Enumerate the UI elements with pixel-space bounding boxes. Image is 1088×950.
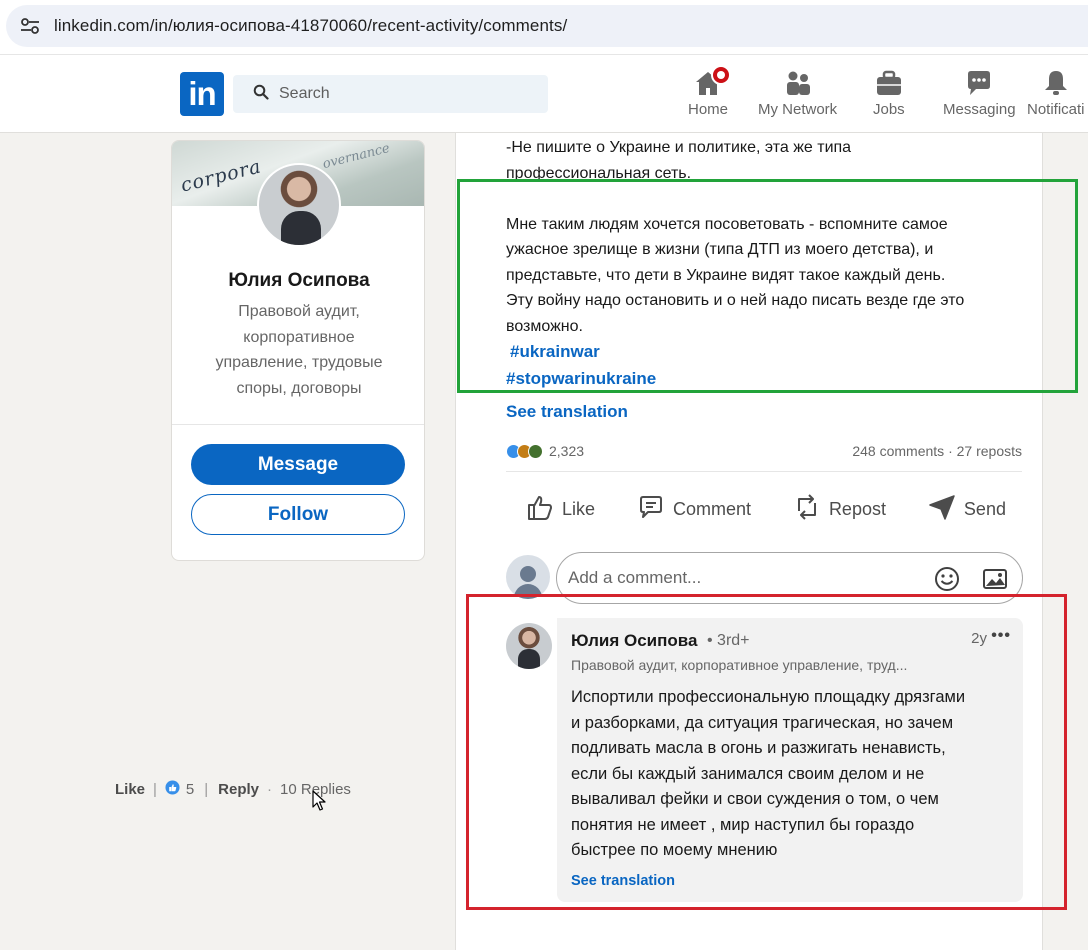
highlight-frame-green <box>457 179 1078 393</box>
linkedin-logo[interactable]: in <box>180 72 224 116</box>
browser-toolbar: linkedin.com/in/юлия-осипова-41870060/re… <box>0 0 1088 55</box>
chat-icon <box>964 67 994 97</box>
url-text[interactable]: linkedin.com/in/юлия-осипова-41870060/re… <box>54 16 567 36</box>
send-button[interactable]: Send <box>928 493 1006 526</box>
home-icon <box>693 65 731 97</box>
repost-button[interactable]: Repost <box>793 493 886 526</box>
like-button[interactable]: Like <box>526 493 595 526</box>
notification-badge <box>711 65 731 85</box>
emoji-icon[interactable] <box>934 566 960 597</box>
thumbs-up-icon <box>526 493 562 526</box>
send-label: Send <box>963 498 1006 519</box>
network-icon <box>783 67 813 97</box>
profile-card: corpora overnance Юлия Осипова Правовой … <box>171 140 425 561</box>
nav-notifications[interactable]: Notificati <box>1027 67 1085 127</box>
comments-reposts-count[interactable]: 248 comments · 27 reposts <box>852 443 1022 459</box>
social-counts: 2,323 248 comments · 27 reposts <box>506 438 1022 464</box>
profile-avatar[interactable] <box>257 163 341 247</box>
repost-label: Repost <box>828 498 886 519</box>
nav-jobs[interactable]: Jobs <box>873 67 905 127</box>
comment-like-count[interactable]: 5 <box>186 781 194 798</box>
linkedin-header: in Home My Network Jobs Messaging <box>0 55 1088 133</box>
nav-messaging[interactable]: Messaging <box>943 67 1016 127</box>
profile-headline: Правовой аудит, корпоративное управление… <box>215 303 383 397</box>
search-icon <box>253 84 269 105</box>
bell-icon <box>1041 67 1071 97</box>
nav-messaging-label: Messaging <box>943 101 1016 118</box>
image-icon[interactable] <box>982 566 1008 597</box>
reply-button[interactable]: Reply <box>218 781 259 798</box>
nav-my-network[interactable]: My Network <box>758 67 837 127</box>
search-box[interactable] <box>233 75 548 113</box>
nav-home-label: Home <box>688 101 729 118</box>
comment-icon <box>637 493 673 526</box>
divider <box>172 424 424 425</box>
celebrate-reaction-icon <box>528 443 543 459</box>
like-reaction-icon[interactable] <box>165 780 180 799</box>
nav-notifications-label: Notificati <box>1027 101 1085 118</box>
see-translation-link[interactable]: See translation <box>506 402 628 422</box>
comment-label: Comment <box>672 498 751 519</box>
nav-jobs-label: Jobs <box>873 101 905 118</box>
reaction-icons[interactable] <box>506 443 543 459</box>
viewer-avatar <box>506 555 550 599</box>
tune-icon[interactable] <box>20 18 40 34</box>
post-actions: Like Comment Repost Send <box>506 489 1026 529</box>
comment-input[interactable] <box>568 568 908 588</box>
comment-button[interactable]: Comment <box>637 493 751 526</box>
comment-like-button[interactable]: Like <box>115 781 145 798</box>
profile-name[interactable]: Юлия Осипова <box>172 270 424 292</box>
nav-network-label: My Network <box>758 101 838 118</box>
like-label: Like <box>562 498 596 519</box>
mouse-cursor-icon <box>312 790 326 817</box>
post-line: -Не пишите о Украине и политике, эта же … <box>506 139 852 156</box>
nav-home[interactable]: Home <box>688 65 731 127</box>
message-button[interactable]: Message <box>191 444 405 485</box>
search-input[interactable] <box>279 85 529 103</box>
send-icon <box>928 493 964 526</box>
divider <box>506 471 1022 472</box>
follow-button[interactable]: Follow <box>191 494 405 535</box>
highlight-frame-red <box>466 594 1067 910</box>
repost-icon <box>793 493 829 526</box>
briefcase-icon <box>874 67 904 97</box>
reactions-count[interactable]: 2,323 <box>549 443 584 459</box>
address-bar[interactable]: linkedin.com/in/юлия-осипова-41870060/re… <box>6 5 1088 47</box>
